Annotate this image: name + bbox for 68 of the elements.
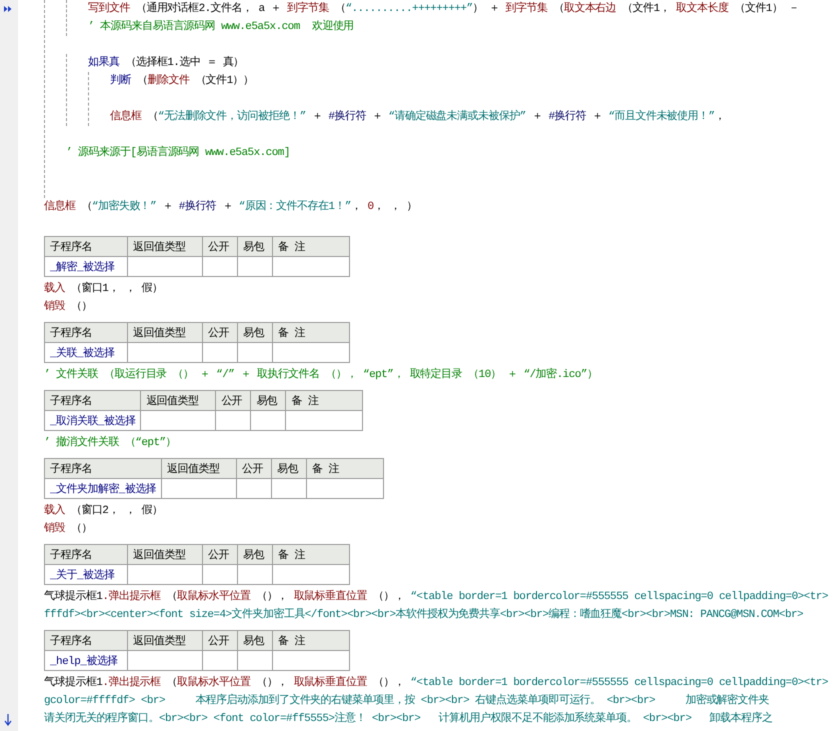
code-line: 载入 （窗口2， ， 假） <box>44 502 164 519</box>
table-header-cell: 公开 <box>236 458 272 478</box>
table-header-cell: 返回值类型 <box>128 236 202 256</box>
code-line: 销毁 （） <box>44 299 93 315</box>
table-header-cell: 子程序名 <box>44 544 128 564</box>
table-header-cell: 返回值类型 <box>128 630 202 650</box>
table-cell: _取消关联_被选择 <box>44 410 141 430</box>
code-line: ’ 撤消文件关联 （“ept”） <box>44 434 178 451</box>
table-header-cell: 子程序名 <box>44 322 128 342</box>
table-header-cell: 易包 <box>238 544 272 564</box>
table-header-cell: 易包 <box>238 236 272 256</box>
code-line: 信息框 （“加密失败！” ＋ #换行符 ＋ “原因：文件不存在1！”， 0， ， ） <box>44 198 418 215</box>
code-line: ’ 文件关联 （取运行目录 （） ＋ “/” ＋ 取执行文件名 （）， “ept”， 取特定目录 （10） ＋ “/加密.ico”） <box>44 366 598 383</box>
table-cell: _help_被选择 <box>44 650 128 670</box>
table-header-cell: 备 注 <box>272 544 350 564</box>
table-header-cell: 返回值类型 <box>162 458 237 478</box>
table-header-cell: 公开 <box>202 236 238 256</box>
code-line: ’ 源码来源于[易语言源码网 www.e5a5x.com] <box>66 144 291 161</box>
table-header-cell: 返回值类型 <box>140 390 216 410</box>
table-header-cell: 子程序名 <box>44 630 128 650</box>
code-line: 写到文件 （通用对话框2.文件名， a ＋ 到字节集 （“..........+++++++++”） ＋ 到字节集 （取文本右边 （文件1， 取文本长度 （文件1） － <box>88 0 800 17</box>
code-line: 信息框 （“无法删除文件，访问被拒绝！” ＋ #换行符 ＋ “请确定磁盘未满或未被保护” ＋ #换行符 ＋ “而且文件未被使用！”， <box>110 108 726 125</box>
table-header-cell: 易包 <box>272 458 307 478</box>
table-cell: _解密_被选择 <box>44 256 128 276</box>
code-line: 判断 （删除文件 （文件1）） <box>110 72 255 89</box>
table-cell <box>272 478 307 498</box>
table-cell <box>202 256 238 276</box>
table-header-cell: 备 注 <box>272 630 350 650</box>
code-line: 气球提示框1.弹出提示框 （取鼠标水平位置 （）， 取鼠标垂直位置 （）， “<table border=1 bordercolor=#555555 cellspacing=0 cellpadding=0><tr> <box>44 674 829 691</box>
code-line: 载入 （窗口1， ， 假） <box>44 280 164 297</box>
table-cell <box>236 478 272 498</box>
table-header-cell: 公开 <box>202 322 238 342</box>
code-line: gcolor=#ffffdf> <br> 本程序启动添加到了文件夹的右键菜单项里，按 <br><br> 右键点选菜单项即可运行。 <br><br> 加密或解密文件夹 <box>44 692 770 709</box>
double-arrow-icon <box>4 6 12 12</box>
table-header-cell: 备 注 <box>272 322 350 342</box>
table-cell <box>238 564 272 584</box>
table-cell: _关于_被选择 <box>44 564 128 584</box>
table-cell: _关联_被选择 <box>44 342 128 362</box>
table-header-cell: 易包 <box>238 322 272 342</box>
table-header-cell: 子程序名 <box>44 236 128 256</box>
code-line: 请关闭无关的程序窗口。<br><br> <font color=#ff5555>注意！ <br><br> 计算机用户权限不足不能添加系统菜单项。 <br><br> 卸载本程序之 <box>44 710 774 727</box>
table-header-cell: 公开 <box>202 544 238 564</box>
table-cell <box>202 342 238 362</box>
table-header-cell: 公开 <box>202 630 238 650</box>
table-header-cell: 备 注 <box>306 458 384 478</box>
table-header-cell: 子程序名 <box>44 458 162 478</box>
table-cell <box>250 410 286 430</box>
table-header-cell: 备 注 <box>286 390 363 410</box>
table-cell <box>216 410 251 430</box>
code-line: ’ 本源码来自易语言源码网 www.e5a5x.com 欢迎使用 <box>88 18 355 35</box>
table-header-cell: 易包 <box>250 390 286 410</box>
down-arrow-icon <box>4 714 12 726</box>
table-header-cell: 易包 <box>238 630 272 650</box>
table-header-cell: 返回值类型 <box>128 544 202 564</box>
table-cell <box>202 650 238 670</box>
table-header-cell: 公开 <box>216 390 251 410</box>
table-cell <box>238 650 272 670</box>
code-line: 销毁 （） <box>44 521 93 537</box>
table-header-cell: 备 注 <box>272 236 350 256</box>
code-line: 如果真 （选择框1.选中 ＝ 真） <box>88 55 245 71</box>
table-cell <box>238 256 272 276</box>
code-line: fffdf><br><center><font size=4>文件夹加密工具</font><br><br>本软件授权为免费共享<br><br>编程：嗜血狂魔<br><br>MSN: PANCG@MSN.COM<br> <box>44 606 804 623</box>
table-header-cell: 返回值类型 <box>128 322 202 342</box>
table-cell <box>238 342 272 362</box>
table-header-cell: 子程序名 <box>44 390 141 410</box>
table-cell <box>202 564 238 584</box>
table-cell: _文件夹加解密_被选择 <box>44 478 162 498</box>
code-line: 气球提示框1.弹出提示框 （取鼠标水平位置 （）， 取鼠标垂直位置 （）， “<table border=1 bordercolor=#555555 cellspacing=0 cellpadding=0><tr> <box>44 588 829 605</box>
